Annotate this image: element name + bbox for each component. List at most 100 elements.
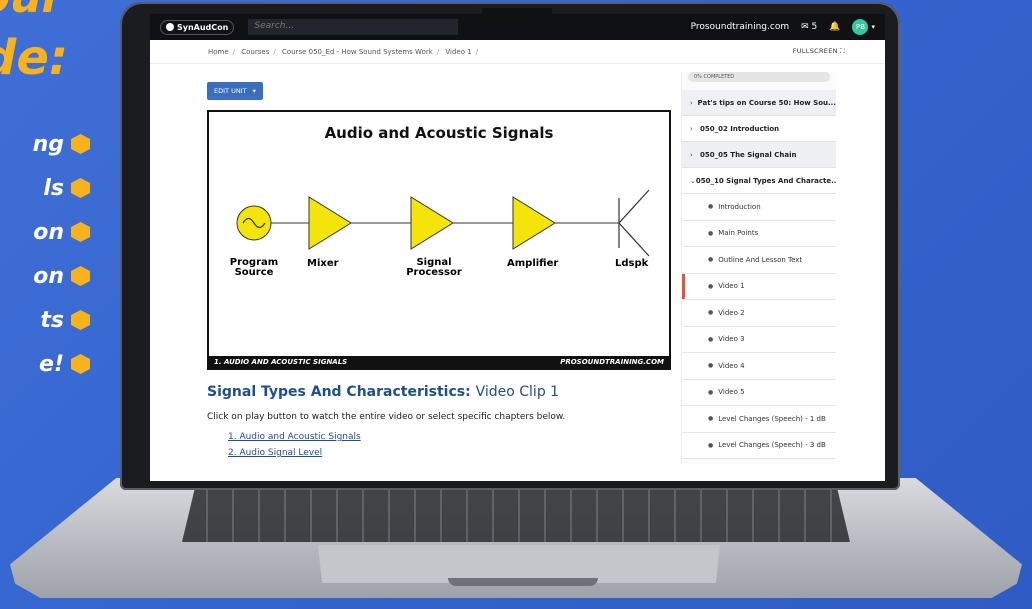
signal-chain-diagram [236, 189, 650, 257]
promo-item: on [0, 210, 90, 254]
lesson-label: Video 1 [718, 282, 745, 291]
chevron-down-icon: ▾ [871, 23, 875, 31]
breadcrumb-current: Video 1 [445, 47, 472, 56]
main-content: EDIT UNIT ▾ Audio and Acoustic Signals P… [150, 64, 671, 464]
module-label: Pat's tips on Course 50: How Sou... [697, 98, 836, 107]
hexagon-icon [71, 310, 90, 330]
avatar: PB [852, 19, 869, 35]
chapter-link[interactable]: 2. Audio Signal Level [228, 448, 640, 458]
chevron-down-icon: ▾ [252, 87, 256, 95]
synaudcon-logo[interactable]: SynAudCon [160, 19, 235, 35]
section-title: Signal Types And Characteristics: Video … [207, 384, 640, 400]
expand-icon: ⛶ [840, 47, 845, 55]
lesson-icon: ● [708, 388, 714, 396]
slide-footer-left: 1. AUDIO AND ACOUSTIC SIGNALS [214, 358, 348, 366]
fullscreen-label: FULLSCREEN [792, 47, 838, 55]
breadcrumb-separator: / [475, 47, 479, 56]
search-input[interactable]: Search... [248, 19, 459, 35]
chevron-right-icon: › [690, 124, 693, 133]
lesson-label: Outline And Lesson Text [718, 255, 803, 264]
label-loudspeaker: Ldspk [615, 258, 649, 269]
lesson-item[interactable]: ● Outline And Lesson Text [682, 247, 836, 274]
lesson-item[interactable]: ● Video 3 [682, 326, 836, 353]
laptop-keyboard [182, 486, 850, 542]
mixer-symbol [308, 196, 352, 250]
lesson-icon: ● [708, 229, 714, 237]
lesson-item[interactable]: ● Video 5 [682, 379, 836, 406]
fullscreen-button[interactable]: FULLSCREEN ⛶ [793, 47, 845, 56]
topbar-right: Prosoundtraining.com ✉ 5 🔔 PB ▾ [691, 19, 875, 35]
lesson-icon: ● [708, 362, 714, 370]
module-item[interactable]: › 050_02 Introduction [682, 116, 836, 142]
logo-text: SynAudCon [177, 22, 229, 32]
promo-headline-line1: our [0, 0, 63, 23]
promo-item: ng [0, 122, 90, 166]
user-menu[interactable]: PB ▾ [852, 19, 875, 35]
promo-item-text: ts [40, 307, 64, 333]
slide-footer-right: PROSOUNDTRAINING.COM [560, 358, 664, 366]
chapter-list: 1. Audio and Acoustic Signals 2. Audio S… [207, 432, 640, 458]
lesson-item[interactable]: ● Introduction [682, 194, 836, 221]
lesson-icon: ● [708, 415, 714, 423]
module-item[interactable]: › Pat's tips on Course 50: How Sou... [682, 90, 836, 116]
video-player[interactable]: Audio and Acoustic Signals Program Sourc… [207, 110, 671, 370]
amplifier-symbol [512, 196, 556, 250]
lesson-item[interactable]: ● Video 4 [682, 353, 836, 380]
promo-item: on [0, 254, 90, 298]
promo-item-text: ls [43, 175, 64, 201]
progress-bar: 0% COMPLETED [688, 72, 830, 82]
hexagon-icon [71, 134, 90, 154]
lesson-item-active[interactable]: ● Video 1 [682, 273, 836, 300]
lesson-label: Video 5 [718, 388, 745, 397]
module-item-expanded[interactable]: ⌄ 050_10 Signal Types And Characte... [682, 168, 836, 194]
promo-item-text: on [33, 219, 64, 245]
lesson-icon: ● [708, 441, 714, 449]
lesson-item[interactable]: ● Level Changes (Speech) - 1 dB [682, 406, 836, 433]
section-title-main: Signal Types And Characteristics: [207, 384, 471, 400]
chapter-link[interactable]: 1. Audio and Acoustic Signals [228, 432, 640, 442]
lesson-icon: ● [708, 203, 714, 211]
breadcrumb-separator: / [273, 47, 276, 56]
breadcrumb-courses[interactable]: Courses [241, 48, 269, 56]
promo-item-text: on [33, 263, 64, 289]
breadcrumb-home[interactable]: Home [208, 48, 229, 56]
lesson-label: Introduction [718, 202, 761, 211]
promo-item: ls [0, 166, 90, 210]
lesson-label: Level Changes (Speech) - 1 dB [718, 414, 826, 423]
lesson-label: Video 4 [718, 361, 745, 370]
course-outline-sidebar: 0% COMPLETED › Pat's tips on Course 50: H… [681, 72, 836, 464]
module-label: 050_05 The Signal Chain [700, 150, 797, 159]
logo-icon [166, 23, 174, 31]
laptop-hinge-lip [448, 578, 598, 586]
signal-processor-symbol [410, 196, 454, 250]
messages-button[interactable]: ✉ 5 [801, 22, 817, 32]
camera-notch [482, 8, 552, 22]
module-item[interactable]: › 050_05 The Signal Chain [682, 142, 836, 168]
video-slide-footer: 1. AUDIO AND ACOUSTIC SIGNALS PROSOUNDTR… [209, 356, 669, 368]
edit-unit-button[interactable]: EDIT UNIT ▾ [207, 82, 263, 100]
site-link[interactable]: Prosoundtraining.com [691, 22, 790, 32]
lesson-item[interactable]: ● Main Points [682, 220, 836, 247]
lesson-icon: ● [708, 282, 714, 290]
breadcrumb-separator: / [436, 47, 440, 56]
promo-item: e! [0, 342, 90, 386]
lesson-label: Video 2 [718, 308, 745, 317]
breadcrumb-course[interactable]: Course 050_Ed - How Sound Systems Work [282, 48, 433, 56]
promo-item-text: e! [39, 351, 64, 377]
label-mixer: Mixer [307, 258, 339, 269]
section-title-sub: Video Clip 1 [475, 384, 560, 400]
lesson-icon: ● [708, 256, 714, 264]
lesson-label: Main Points [718, 229, 759, 238]
bell-icon[interactable]: 🔔 [829, 22, 840, 32]
module-label: 050_02 Introduction [700, 124, 780, 133]
lesson-label: Level Changes (Speech) - 3 dB [718, 441, 826, 450]
promo-item: ts [0, 298, 90, 342]
label-program-source: Program Source [229, 257, 279, 278]
lesson-item[interactable]: ● Level Changes (Speech) - 3 dB [682, 432, 836, 459]
promo-list: ng ls on on ts e! [0, 122, 90, 386]
chat-icon: ✉ [801, 22, 809, 32]
lesson-item[interactable]: ● Video 2 [682, 300, 836, 327]
hexagon-icon [71, 178, 90, 198]
label-amplifier: Amplifier [507, 258, 559, 269]
loudspeaker-cone [618, 189, 650, 257]
